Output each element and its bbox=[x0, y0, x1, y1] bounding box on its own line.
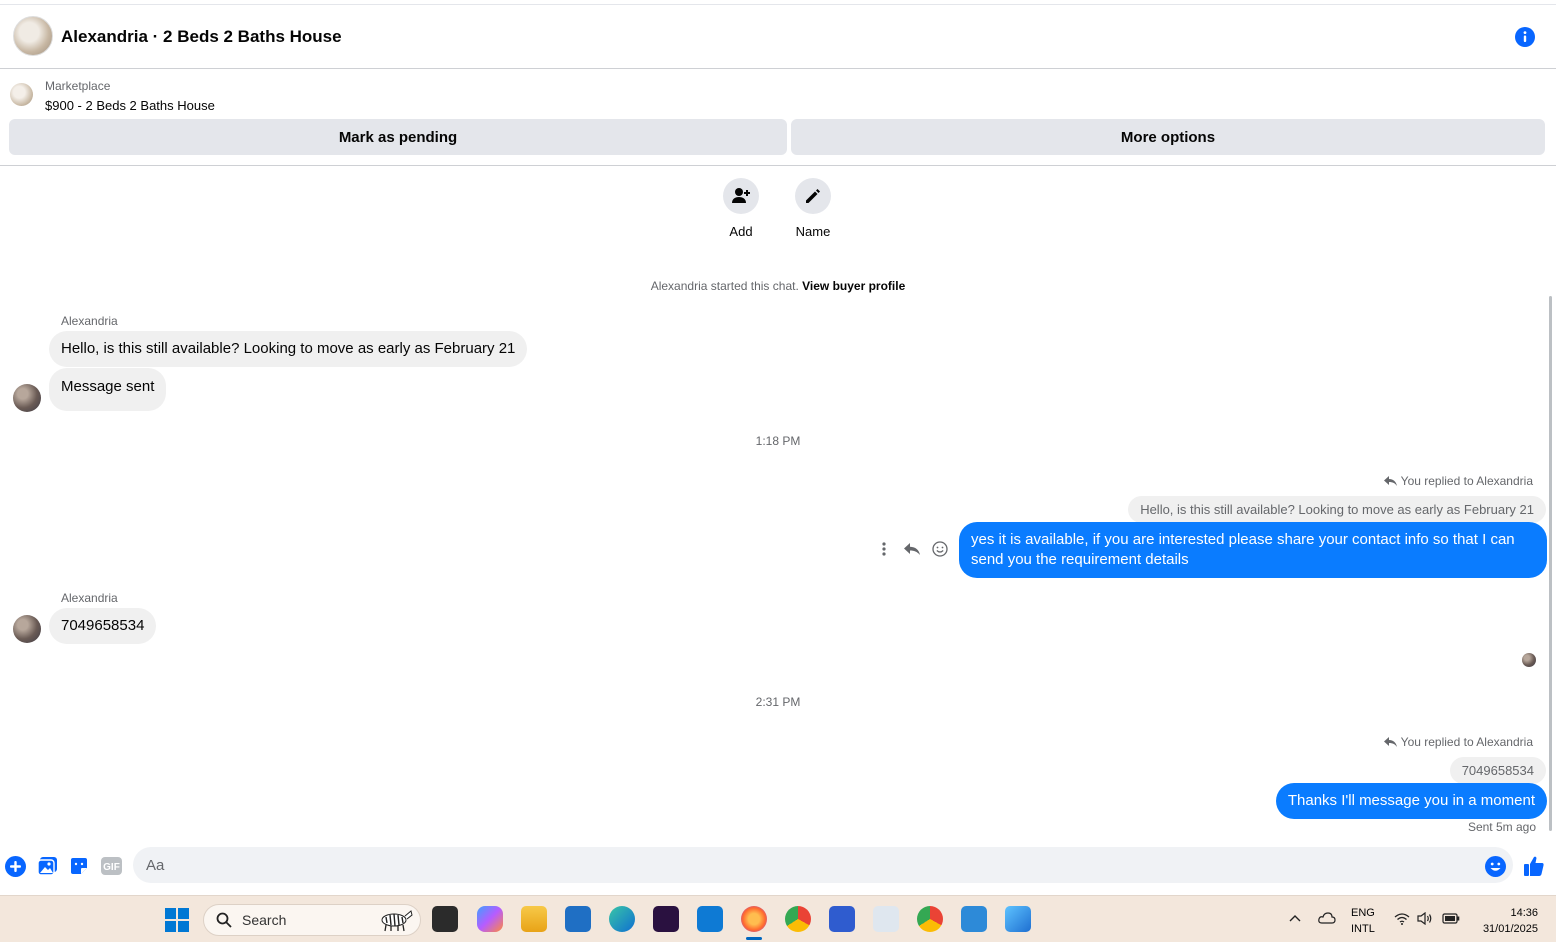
sender-avatar[interactable] bbox=[13, 615, 41, 643]
chat-scrollbar[interactable] bbox=[1549, 296, 1552, 831]
input-language[interactable]: ENG INTL bbox=[1351, 905, 1375, 937]
firefox-icon[interactable] bbox=[741, 906, 767, 932]
taskbar-search[interactable]: Search bbox=[203, 904, 421, 936]
reply-notice: You replied to Alexandria bbox=[1383, 474, 1533, 488]
chevron-up-icon[interactable] bbox=[1289, 914, 1301, 922]
outgoing-message[interactable]: Thanks I'll message you in a moment bbox=[1275, 783, 1547, 819]
copilot-icon[interactable] bbox=[477, 906, 503, 932]
notepad-icon[interactable] bbox=[961, 906, 987, 932]
onedrive-icon[interactable] bbox=[1318, 912, 1336, 924]
chrome-profile-icon[interactable] bbox=[917, 906, 943, 932]
reply-notice: You replied to Alexandria bbox=[1383, 735, 1533, 749]
reply-icon bbox=[1383, 476, 1397, 486]
view-buyer-profile-link[interactable]: View buyer profile bbox=[802, 279, 905, 293]
active-app-indicator bbox=[746, 937, 762, 940]
reply-icon bbox=[1383, 737, 1397, 747]
svg-text:GIF: GIF bbox=[103, 862, 120, 873]
language-code: ENG bbox=[1351, 907, 1375, 919]
file-explorer-icon[interactable] bbox=[521, 906, 547, 932]
reply-notice-text: You replied to Alexandria bbox=[1400, 474, 1533, 488]
thumbs-up-icon[interactable] bbox=[1523, 855, 1545, 877]
video-editor-icon[interactable] bbox=[653, 906, 679, 932]
reply-notice-text: You replied to Alexandria bbox=[1400, 735, 1533, 749]
timestamp: 2:31 PM bbox=[755, 695, 801, 709]
add-people-action[interactable]: Add bbox=[711, 178, 771, 239]
message-sender-name: Alexandria bbox=[61, 591, 118, 605]
listing-thumbnail[interactable] bbox=[10, 83, 33, 106]
name-chat-action[interactable]: Name bbox=[783, 178, 843, 239]
volume-icon[interactable] bbox=[1417, 912, 1433, 925]
chat-started-notice: Alexandria started this chat. View buyer… bbox=[0, 279, 1556, 293]
message-actions bbox=[876, 541, 948, 557]
battery-icon[interactable] bbox=[1442, 913, 1460, 924]
reply-icon[interactable] bbox=[904, 541, 920, 557]
keyboard-layout: INTL bbox=[1351, 923, 1375, 935]
system-clock[interactable]: 14:36 31/01/2025 bbox=[1474, 905, 1538, 937]
message-sender-name: Alexandria bbox=[61, 314, 118, 328]
search-icon bbox=[216, 912, 232, 928]
chat-title[interactable]: Alexandria · 2 Beds 2 Baths House bbox=[61, 27, 342, 47]
plus-icon[interactable] bbox=[4, 855, 26, 877]
add-label: Add bbox=[729, 224, 753, 239]
wifi-icon[interactable] bbox=[1394, 912, 1410, 925]
sticker-icon[interactable] bbox=[68, 855, 90, 877]
photos-icon[interactable] bbox=[1005, 906, 1031, 932]
marketplace-banner: Marketplace $900 - 2 Beds 2 Baths House … bbox=[0, 70, 1556, 166]
incoming-message[interactable]: Message sent bbox=[49, 368, 167, 411]
jira-icon[interactable] bbox=[829, 906, 855, 932]
name-label: Name bbox=[795, 224, 831, 239]
zebra-icon bbox=[381, 910, 413, 932]
message-input[interactable] bbox=[133, 847, 1513, 883]
chrome-icon[interactable] bbox=[785, 906, 811, 932]
more-options-button[interactable]: More options bbox=[791, 119, 1545, 155]
more-icon[interactable] bbox=[876, 541, 892, 557]
quoted-message[interactable]: 7049658534 bbox=[1449, 757, 1546, 784]
incoming-message[interactable]: 7049658534 bbox=[49, 608, 157, 644]
sender-avatar[interactable] bbox=[13, 384, 41, 412]
listing-price-title[interactable]: $900 - 2 Beds 2 Baths House bbox=[45, 98, 215, 113]
windows-taskbar: Search ENG INTL 14:36 31/01/2025 bbox=[0, 895, 1556, 942]
info-icon[interactable] bbox=[1515, 27, 1535, 47]
windows-start-icon[interactable] bbox=[165, 908, 189, 932]
read-receipt-avatar bbox=[1522, 653, 1536, 667]
microsoft-store-icon[interactable] bbox=[565, 906, 591, 932]
sent-status: Sent 5m ago bbox=[1467, 820, 1536, 834]
quoted-message[interactable]: Hello, is this still available? Looking … bbox=[1128, 496, 1546, 523]
outgoing-message[interactable]: yes it is available, if you are interest… bbox=[959, 522, 1547, 578]
timestamp: 1:18 PM bbox=[755, 434, 801, 448]
messenger-window: Alexandria · 2 Beds 2 Baths House Market… bbox=[0, 0, 1556, 942]
clock-time: 14:36 bbox=[1510, 907, 1538, 919]
chat-started-text: Alexandria started this chat. bbox=[650, 279, 799, 293]
task-view-icon[interactable] bbox=[432, 906, 458, 932]
photo-icon[interactable] bbox=[36, 855, 58, 877]
gif-icon[interactable]: GIF bbox=[100, 855, 122, 877]
listing-avatar[interactable] bbox=[13, 16, 53, 56]
marketplace-label: Marketplace bbox=[45, 79, 111, 93]
taskbar-search-label: Search bbox=[242, 912, 287, 928]
emoji-icon[interactable] bbox=[1484, 855, 1506, 877]
edge-icon[interactable] bbox=[609, 906, 635, 932]
mark-as-pending-button[interactable]: Mark as pending bbox=[9, 119, 787, 155]
incoming-message[interactable]: Hello, is this still available? Looking … bbox=[49, 331, 528, 367]
vscode-icon[interactable] bbox=[697, 906, 723, 932]
clock-date: 31/01/2025 bbox=[1482, 923, 1538, 935]
chat-header: Alexandria · 2 Beds 2 Baths House bbox=[0, 4, 1556, 69]
emoji-reaction-icon[interactable] bbox=[932, 541, 948, 557]
add-person-icon bbox=[723, 178, 759, 214]
pencil-icon bbox=[795, 178, 831, 214]
penguin-app-icon[interactable] bbox=[873, 906, 899, 932]
message-composer: GIF bbox=[0, 846, 1556, 886]
